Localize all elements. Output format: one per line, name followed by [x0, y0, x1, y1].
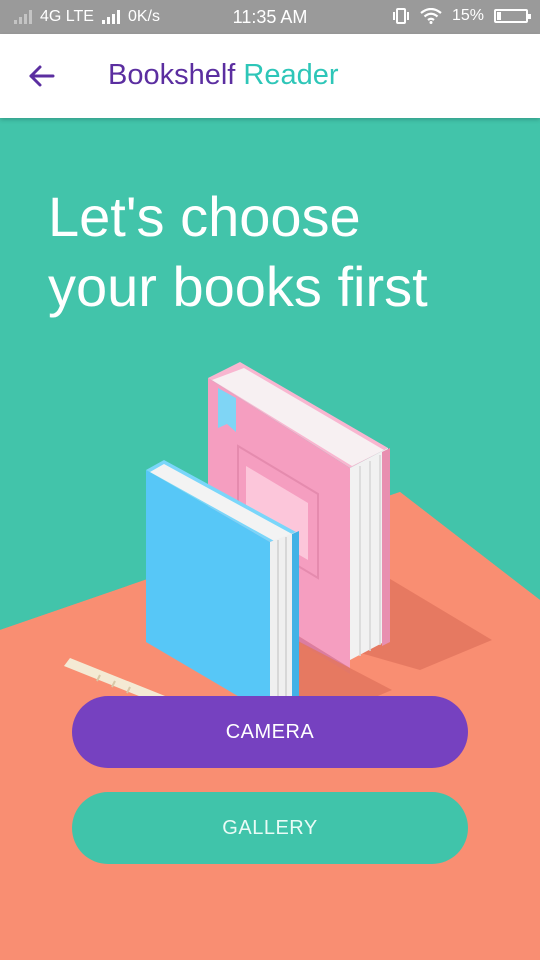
wifi-icon: [420, 8, 442, 24]
app-title-bookshelf: Bookshelf: [108, 59, 236, 91]
gallery-button[interactable]: GALLERY: [72, 792, 468, 864]
gallery-button-label: GALLERY: [222, 816, 318, 839]
app-title: Bookshelf Reader: [108, 59, 339, 92]
app-title-reader: Reader: [243, 59, 339, 91]
battery-percent-label: 15%: [451, 7, 484, 24]
status-bar: 4G LTE 0K/s 11:35 AM 15%: [0, 0, 540, 34]
status-right-group: 15%: [392, 7, 531, 25]
app-bar: Bookshelf Reader: [0, 34, 540, 118]
back-arrow-icon[interactable]: [22, 56, 62, 96]
camera-button-label: CAMERA: [225, 720, 315, 743]
headline-line-2: your books first: [48, 255, 428, 318]
headline-line-1: Let's choose: [48, 185, 361, 248]
vibrate-icon: [392, 8, 409, 24]
battery-icon: [494, 9, 531, 23]
headline: Let's choose your books first: [48, 182, 518, 322]
camera-button[interactable]: CAMERA: [72, 696, 468, 768]
